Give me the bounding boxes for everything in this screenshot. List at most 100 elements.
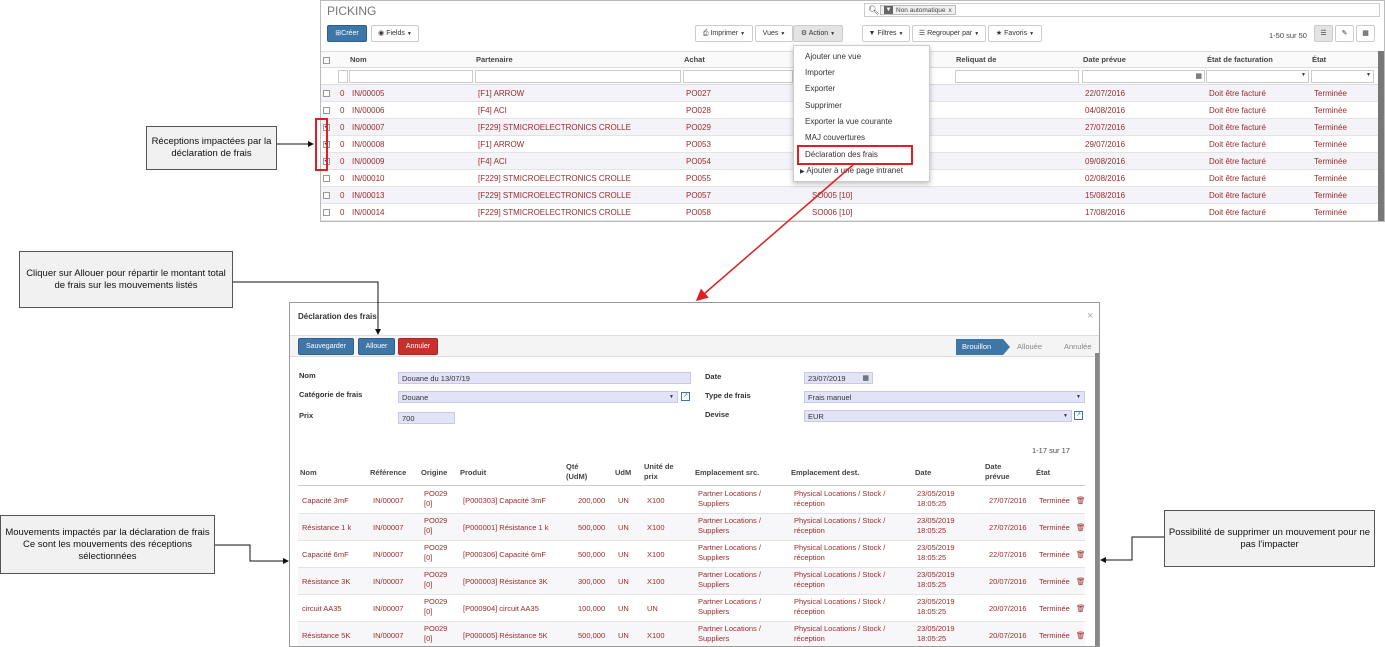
- table-row[interactable]: 0 IN/00013 [F229] STMICROELECTRONICS CRO…: [321, 187, 1384, 204]
- search-facet[interactable]: ▼ Non automatique x: [880, 5, 956, 15]
- move-row[interactable]: Résistance 3K IN/00007 PO029 [0] [P00000…: [298, 568, 1086, 595]
- row-name[interactable]: IN/00005: [352, 85, 384, 102]
- calendar-icon[interactable]: ▦: [1195, 72, 1202, 80]
- menu-item-delete[interactable]: Supprimer: [805, 101, 842, 110]
- row-name[interactable]: IN/00006: [352, 102, 384, 119]
- category-select[interactable]: Douane ▼: [398, 391, 678, 403]
- filters-button[interactable]: ▼ Filtres ▼: [862, 25, 910, 42]
- scrollbar[interactable]: [1378, 51, 1384, 221]
- col-backorder[interactable]: Reliquat de: [956, 52, 996, 68]
- table-row[interactable]: 0 IN/00014 [F229] STMICROELECTRONICS CRO…: [321, 204, 1384, 221]
- filter-state[interactable]: ▼: [1311, 70, 1374, 83]
- menu-item-export[interactable]: Exporter: [805, 84, 835, 93]
- move-row[interactable]: Capacité 3mF IN/00007 PO029 [0] [P000303…: [298, 487, 1086, 514]
- views-button[interactable]: Vues ▼: [755, 25, 793, 42]
- col-date[interactable]: Date prévue: [1083, 52, 1126, 68]
- menu-item-add-view[interactable]: Ajouter une vue: [805, 52, 861, 61]
- cancel-button[interactable]: Annuler: [398, 338, 438, 355]
- filter-date[interactable]: ▦: [1082, 70, 1205, 83]
- col-partner[interactable]: Partenaire: [476, 52, 513, 68]
- row-name[interactable]: IN/00007: [352, 119, 384, 136]
- row-name[interactable]: IN/00014: [352, 204, 384, 221]
- external-link-icon[interactable]: ↗: [681, 392, 690, 401]
- move-row[interactable]: Résistance 1 k IN/00007 PO029 [0] [P0000…: [298, 514, 1086, 541]
- move-price-unit: X100: [647, 496, 665, 505]
- col-planned-date[interactable]: Date prévue: [985, 462, 1020, 482]
- groupby-button[interactable]: ☰ Regrouper par ▼: [912, 25, 986, 42]
- search-input[interactable]: 🔍︎ ▼ Non automatique x: [864, 3, 1380, 17]
- filter-purchase[interactable]: [683, 70, 793, 83]
- move-row[interactable]: Capacité 6mF IN/00007 PO029 [0] [P000306…: [298, 541, 1086, 568]
- form-view-button[interactable]: ✎: [1335, 25, 1354, 42]
- close-icon[interactable]: ×: [1087, 310, 1093, 322]
- select-all-checkbox[interactable]: [323, 57, 330, 64]
- move-row[interactable]: circuit AA35 IN/00007 PO029 [0] [P000904…: [298, 595, 1086, 622]
- filter-field[interactable]: [338, 70, 348, 83]
- favorites-button[interactable]: ★ Favoris ▼: [988, 25, 1042, 42]
- col-date[interactable]: Date: [915, 468, 931, 478]
- menu-item-intranet[interactable]: ▶ Ajouter à une page intranet: [800, 166, 903, 175]
- col-name[interactable]: Nom: [350, 52, 367, 68]
- col-price-unit[interactable]: Unité de prix: [644, 462, 684, 482]
- name-field[interactable]: Douane du 13/07/19: [398, 372, 691, 384]
- search-icon[interactable]: 🔍︎: [868, 5, 879, 16]
- filter-partner[interactable]: [475, 70, 681, 83]
- col-state[interactable]: État: [1036, 468, 1050, 478]
- list-view-button[interactable]: ☰: [1314, 25, 1333, 42]
- price-field[interactable]: 700: [398, 412, 455, 424]
- trash-icon[interactable]: 🗑︎: [1076, 631, 1086, 641]
- facet-remove-icon[interactable]: x: [949, 6, 952, 15]
- type-value: Frais manuel: [808, 393, 852, 402]
- row-checkbox[interactable]: [323, 90, 330, 97]
- scrollbar[interactable]: [1095, 353, 1099, 646]
- calendar-view-button[interactable]: ▦: [1356, 25, 1375, 42]
- trash-icon[interactable]: 🗑︎: [1076, 604, 1086, 614]
- trash-icon[interactable]: 🗑︎: [1076, 523, 1086, 533]
- col-purchase[interactable]: Achat: [684, 52, 705, 68]
- stage-draft[interactable]: Brouillon: [956, 339, 1003, 355]
- move-row[interactable]: Résistance 5K IN/00007 PO029 [0] [P00000…: [298, 622, 1086, 646]
- row-name[interactable]: IN/00010: [352, 170, 384, 187]
- row-checkbox[interactable]: [323, 209, 330, 216]
- col-state[interactable]: État: [1312, 52, 1326, 68]
- trash-icon[interactable]: 🗑︎: [1076, 577, 1086, 587]
- print-button[interactable]: ⎙ Imprimer ▼: [695, 25, 753, 42]
- stage-cancelled[interactable]: Annulée: [1058, 339, 1099, 355]
- filter-invoice-state[interactable]: ▼: [1206, 70, 1309, 83]
- row-checkbox[interactable]: [323, 175, 330, 182]
- fields-button[interactable]: ◉ Fields ▼: [371, 25, 419, 42]
- menu-item-import[interactable]: Importer: [805, 68, 835, 77]
- col-qty[interactable]: Qté (UdM): [566, 462, 601, 482]
- row-checkbox[interactable]: [323, 107, 330, 114]
- trash-icon[interactable]: 🗑︎: [1076, 550, 1086, 560]
- calendar-icon[interactable]: ▦: [862, 373, 869, 384]
- col-uom[interactable]: UdM: [615, 468, 631, 478]
- menu-item-update-coverage[interactable]: MAJ couvertures: [805, 133, 865, 142]
- menu-item-export-view[interactable]: Exporter la vue courante: [805, 117, 892, 126]
- row-name[interactable]: IN/00008: [352, 136, 384, 153]
- col-reference[interactable]: Référence: [370, 468, 406, 478]
- save-button[interactable]: Sauvegarder: [298, 338, 354, 355]
- stage-allocated[interactable]: Allouée: [1011, 339, 1056, 355]
- filter-backorder[interactable]: [955, 70, 1079, 83]
- filter-name[interactable]: [349, 70, 473, 83]
- col-origin[interactable]: Origine: [421, 468, 447, 478]
- col-invoice-state[interactable]: État de facturation: [1207, 52, 1273, 68]
- date-field[interactable]: 23/07/2019 ▦: [804, 372, 873, 384]
- arrow-mouvements: [215, 544, 289, 564]
- col-dest-location[interactable]: Emplacement dest.: [791, 468, 859, 478]
- action-button[interactable]: ⚙ Action ▼: [793, 25, 843, 42]
- col-name[interactable]: Nom: [300, 468, 317, 478]
- trash-icon[interactable]: 🗑︎: [1076, 496, 1086, 506]
- create-button[interactable]: ⊞Créer: [327, 25, 367, 42]
- currency-select[interactable]: EUR ▼: [804, 410, 1072, 422]
- row-name[interactable]: IN/00013: [352, 187, 384, 204]
- external-link-icon[interactable]: ↗: [1074, 411, 1083, 420]
- col-src-location[interactable]: Emplacement src.: [695, 468, 759, 478]
- star-icon: ★: [995, 30, 1003, 37]
- col-product[interactable]: Produit: [460, 468, 486, 478]
- row-checkbox[interactable]: [323, 192, 330, 199]
- row-name[interactable]: IN/00009: [352, 153, 384, 170]
- type-select[interactable]: Frais manuel ▼: [804, 391, 1085, 403]
- allocate-button[interactable]: Allouer: [358, 338, 395, 355]
